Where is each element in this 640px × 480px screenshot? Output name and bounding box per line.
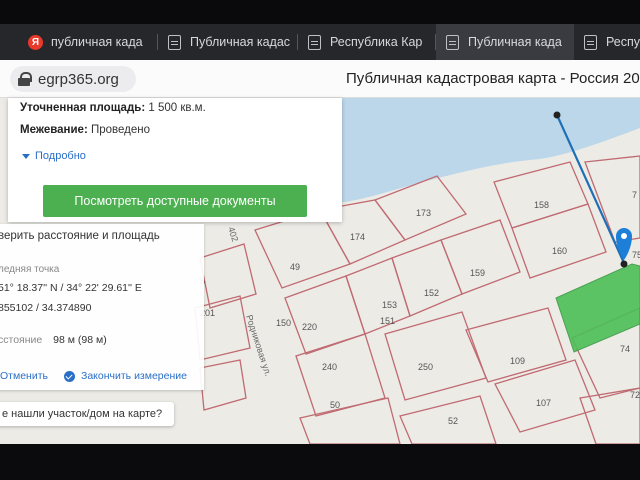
page-title: Публичная кадастровая карта - Россия 20 [346,70,640,87]
measure-start-point[interactable] [553,111,561,119]
survey-value: Проведено [90,124,151,136]
details-link[interactable]: Подробно [22,150,86,162]
measure-panel: верить расстояние и площадь ледняя точка… [0,224,204,390]
plot-label: 152 [424,288,439,298]
plot-label: 174 [350,232,365,242]
screen-bezel-bottom [0,444,640,480]
tab-label: Публичная када [468,35,562,49]
cancel-measure-button[interactable]: Отменить [0,370,48,382]
plot-label: 240 [322,362,337,372]
distance-value: 98 м (98 м) [53,334,107,346]
distance-label: сстояние [0,334,43,346]
page-icon [446,34,459,50]
tab-5[interactable]: Респуб [574,24,640,60]
plot-label: 151 [380,316,395,326]
plot-label: 150 [276,318,291,328]
plot-label: 52 [448,416,458,426]
coords-decimal: 855102 / 34.374890 [0,302,92,314]
area-label: Уточненная площадь: [20,102,146,114]
caret-down-icon [22,153,30,159]
plot-label: 107 [536,398,551,408]
plot-label: 72 [630,390,640,400]
browser-tab-strip: Я публичная када Публичная кадас Республ… [0,24,640,60]
plot-label: 160 [552,246,567,256]
survey-label: Межевание: [20,124,88,136]
page-icon [168,34,181,50]
measure-end-point[interactable] [620,260,628,268]
check-circle-icon [64,370,75,382]
area-row: Уточненная площадь: 1 500 кв.м. [20,102,206,114]
plot-label: 7 [632,190,637,200]
page-icon [584,34,597,50]
tab-3[interactable]: Республика Кар [298,24,436,60]
finish-measure-button[interactable]: Закончить измерение [64,370,187,382]
yandex-icon: Я [28,34,43,50]
plot-label: 109 [510,356,525,366]
tab-1[interactable]: Я публичная када [18,24,158,60]
plot-label: 153 [382,300,397,310]
plot-label: 159 [470,268,485,278]
plot-label: 74 [620,344,630,354]
screen-bezel-top [0,0,640,24]
plot-label: 75 [632,250,640,260]
view-documents-button[interactable]: Посмотреть доступные документы [43,185,307,217]
plot-label: 158 [534,200,549,210]
tab-label: Республика Кар [330,35,423,49]
plot-label: 49 [290,262,300,272]
tab-label: публичная када [51,35,143,49]
plot-label: 250 [418,362,433,372]
plot-label: 50 [330,400,340,410]
last-point-label: ледняя точка [0,264,60,275]
parcel-info-card: Уточненная площадь: 1 500 кв.м. Межевани… [8,98,342,222]
lock-icon [18,72,32,86]
tab-2[interactable]: Публичная кадас [158,24,298,60]
url-text: egrp365.org [38,70,119,88]
not-found-prompt[interactable]: е нашли участок/дом на карте? [0,402,174,426]
details-link-text: Подробно [35,150,86,162]
tab-label: Респуб [606,35,640,49]
measure-title: верить расстояние и площадь [0,230,160,242]
survey-row: Межевание: Проведено [20,124,150,136]
finish-measure-label: Закончить измерение [81,370,187,382]
plot-label: 220 [302,322,317,332]
area-value: 1 500 кв.м. [148,102,206,114]
tab-4-active[interactable]: Публичная када [436,24,574,60]
address-bar: egrp365.org Публичная кадастровая карта … [0,60,640,98]
coords-dms: 51° 18.37'' N / 34° 22' 29.61'' E [0,282,142,294]
distance-row: сстояние 98 м (98 м) [0,334,107,346]
plot-label: 173 [416,208,431,218]
tab-label: Публичная кадас [190,35,291,49]
url-field[interactable]: egrp365.org [10,66,136,92]
page-icon [308,34,321,50]
